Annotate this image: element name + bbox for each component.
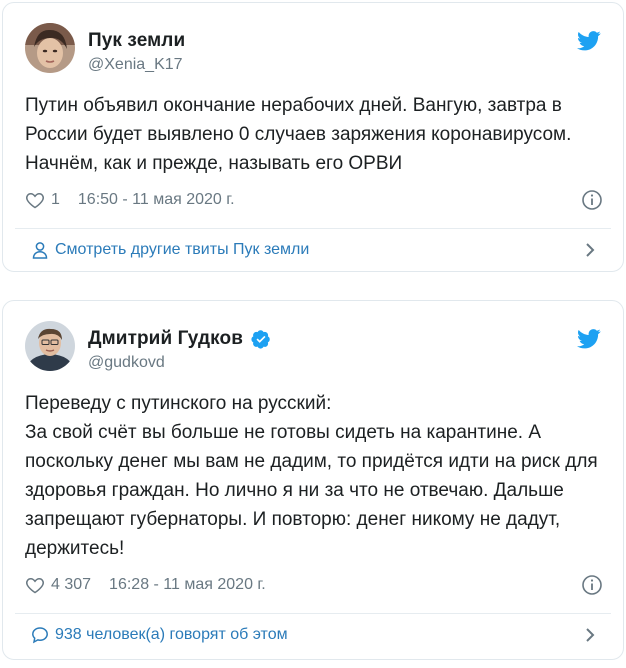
- author-handle[interactable]: @gudkovd: [88, 354, 165, 372]
- author-name[interactable]: Пук земли: [88, 30, 185, 52]
- speech-bubble-icon: [32, 627, 48, 644]
- tweet-meta: 4 307 16:28 - 11 мая 2020 г.: [25, 573, 603, 597]
- conversation-link[interactable]: 938 человек(а) говорят об этом: [15, 614, 611, 656]
- tweet-card: Дмитрий Гудков @gudkovd Переведу с путин…: [2, 300, 624, 660]
- twitter-bird-icon[interactable]: [577, 31, 601, 51]
- like-count[interactable]: 4 307: [51, 576, 91, 594]
- chevron-right-icon[interactable]: [583, 242, 597, 258]
- tweet-text: Путин объявил окончание нерабочих дней. …: [25, 95, 572, 174]
- author-handle[interactable]: @Xenia_K17: [88, 56, 183, 74]
- verified-badge-icon: [251, 330, 271, 349]
- avatar[interactable]: [25, 23, 75, 73]
- twitter-bird-icon[interactable]: [577, 329, 601, 349]
- chevron-right-icon[interactable]: [583, 627, 597, 643]
- author-name[interactable]: Дмитрий Гудков: [88, 328, 243, 350]
- heart-icon[interactable]: [25, 575, 45, 595]
- timestamp[interactable]: 16:50 - 11 мая 2020 г.: [78, 191, 235, 209]
- timestamp[interactable]: 16:28 - 11 мая 2020 г.: [109, 576, 266, 594]
- view-more-tweets-link[interactable]: Смотреть другие твиты Пук земли: [15, 229, 611, 271]
- like-count[interactable]: 1: [51, 191, 60, 209]
- avatar[interactable]: [25, 321, 75, 371]
- footer-label[interactable]: 938 человек(а) говорят об этом: [55, 626, 288, 644]
- tweet-text: Переведу с путинского на русский: За сво…: [25, 393, 598, 559]
- tweet-header: Пук земли @Xenia_K17: [25, 23, 601, 75]
- tweet-meta: 1 16:50 - 11 мая 2020 г.: [25, 188, 603, 212]
- person-icon: [32, 242, 48, 259]
- heart-icon[interactable]: [25, 190, 45, 210]
- info-icon[interactable]: [581, 574, 603, 596]
- tweet-card: Пук земли @Xenia_K17 Путин объявил оконч…: [2, 2, 624, 272]
- info-icon[interactable]: [581, 189, 603, 211]
- tweet-header: Дмитрий Гудков @gudkovd: [25, 321, 601, 373]
- footer-label[interactable]: Смотреть другие твиты Пук земли: [55, 241, 309, 259]
